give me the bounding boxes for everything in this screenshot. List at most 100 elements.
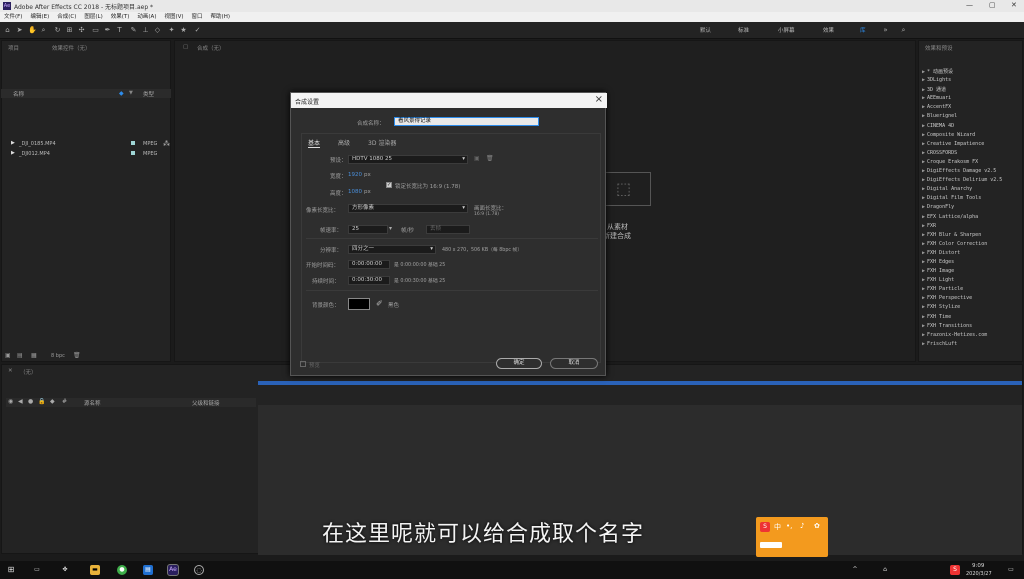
trash-icon[interactable]: 🗑 bbox=[73, 352, 81, 359]
workspace-small-screen[interactable]: 小屏幕 bbox=[778, 26, 795, 34]
menu-edit[interactable]: 编辑(E) bbox=[26, 12, 53, 22]
text-tool-icon[interactable]: T bbox=[116, 26, 123, 34]
delete-preset-icon[interactable]: 🗑 bbox=[486, 155, 494, 162]
effect-category[interactable]: ▶ FXH Image bbox=[922, 268, 1022, 277]
start-icon[interactable]: ⊞ bbox=[6, 565, 16, 575]
workspace-effects[interactable]: 效果 bbox=[823, 26, 834, 34]
effect-category[interactable]: ▶ AccentFX bbox=[922, 104, 1022, 113]
ime-toolbar[interactable]: S 中 •, ♪ ✿ bbox=[756, 517, 828, 557]
pen-tool-icon[interactable]: ✒ bbox=[104, 26, 111, 34]
tab-effect-controls[interactable]: 效果控件（无） bbox=[52, 44, 91, 52]
clock-time[interactable]: 9:09 bbox=[972, 563, 984, 569]
maximize-button[interactable]: ▢ bbox=[989, 1, 996, 9]
comp-name-input[interactable]: 看风景得记录 bbox=[394, 117, 539, 126]
lock-aspect-checkbox[interactable]: ✓ bbox=[386, 182, 392, 188]
effect-category[interactable]: ▶ FXH Blur & Sharpen bbox=[922, 232, 1022, 241]
effect-category[interactable]: ▶ FXH Stylize bbox=[922, 304, 1022, 313]
menu-file[interactable]: 文件(F) bbox=[0, 12, 26, 22]
minimize-button[interactable]: — bbox=[966, 1, 973, 9]
tab-timeline[interactable]: （无） bbox=[20, 368, 37, 376]
menu-composition[interactable]: 合成(C) bbox=[53, 12, 80, 22]
save-preset-icon[interactable]: ▣ bbox=[474, 155, 480, 162]
ok-button[interactable]: 确定 bbox=[496, 358, 542, 369]
tab-3d-renderer[interactable]: 3D 渲染器 bbox=[368, 138, 396, 147]
menu-window[interactable]: 窗口 bbox=[188, 12, 207, 22]
selection-tool-icon[interactable]: ➤ bbox=[16, 26, 23, 34]
number-icon[interactable]: # bbox=[62, 398, 67, 405]
interpret-footage-icon[interactable]: ▣ bbox=[5, 352, 11, 359]
pixel-aspect-dropdown[interactable]: 方形像素 ▾ bbox=[348, 204, 468, 213]
network-icon[interactable]: ⌂ bbox=[880, 565, 890, 575]
effect-category[interactable]: ▶ DigiEffects Damage v2.5 bbox=[922, 168, 1022, 177]
workspace-library[interactable]: 库 bbox=[860, 26, 866, 34]
ime-input-bar[interactable] bbox=[760, 542, 782, 548]
effect-category[interactable]: ▶ Composite Wizard bbox=[922, 132, 1022, 141]
menu-view[interactable]: 视图(V) bbox=[160, 12, 187, 22]
effect-category[interactable]: ▶ FXH Light bbox=[922, 277, 1022, 286]
menu-help[interactable]: 帮助(H) bbox=[207, 12, 234, 22]
camera-tool-icon[interactable]: ⊞ bbox=[66, 26, 73, 34]
effect-category[interactable]: ▶ Digital Anarchy bbox=[922, 186, 1022, 195]
eraser-tool-icon[interactable]: ◇ bbox=[154, 26, 161, 34]
search-help-icon[interactable]: ⌕ bbox=[900, 26, 907, 34]
app-fan-icon[interactable]: ✤ bbox=[60, 565, 70, 575]
lock-icon[interactable]: 🔒 bbox=[38, 398, 45, 405]
home-icon[interactable]: ⌂ bbox=[4, 26, 11, 34]
background-color-swatch[interactable] bbox=[348, 298, 370, 310]
effect-category[interactable]: ▶ Bluerignel bbox=[922, 113, 1022, 122]
effect-category[interactable]: ▶ AEEmuari bbox=[922, 95, 1022, 104]
effect-category[interactable]: ▶ Digital Film Tools bbox=[922, 195, 1022, 204]
effect-category[interactable]: ▶ EFX Lattice/alpha bbox=[922, 214, 1022, 223]
brush-tool-icon[interactable]: ✎ bbox=[130, 26, 137, 34]
label-tag-icon[interactable]: ◆ bbox=[119, 90, 124, 97]
menu-layer[interactable]: 图层(L) bbox=[80, 12, 106, 22]
effect-category[interactable]: ▶ FXH Time bbox=[922, 314, 1022, 323]
tab-advanced[interactable]: 高级 bbox=[338, 138, 350, 147]
hand-tool-icon[interactable]: ✋ bbox=[28, 26, 37, 34]
file-explorer-icon[interactable]: ▬ bbox=[90, 565, 100, 575]
dialog-close-icon[interactable]: × bbox=[595, 94, 603, 105]
roto-tool-icon[interactable]: ✦ bbox=[168, 26, 175, 34]
solo-icon[interactable]: ● bbox=[28, 398, 33, 405]
close-tab-icon[interactable]: ✕ bbox=[8, 368, 13, 374]
bpc-label[interactable]: 8 bpc bbox=[51, 353, 65, 359]
width-value[interactable]: 1920 bbox=[348, 172, 362, 178]
preview-checkbox[interactable] bbox=[300, 361, 306, 367]
audio-icon[interactable]: ◀ bbox=[18, 398, 23, 405]
effect-category[interactable]: ▶ FrischLuft bbox=[922, 341, 1022, 350]
cancel-button[interactable]: 取消 bbox=[550, 358, 598, 369]
frame-rate-dropdown-icon[interactable]: ▾ bbox=[389, 225, 392, 232]
tray-app-icon[interactable]: S bbox=[950, 565, 960, 575]
zoom-tool-icon[interactable]: ⌕ bbox=[40, 26, 47, 34]
effect-category[interactable]: ▶ 3DLights bbox=[922, 77, 1022, 86]
effect-category[interactable]: ▶ Creative Impatience bbox=[922, 141, 1022, 150]
visibility-icon[interactable]: ◉ bbox=[8, 398, 13, 405]
effect-category[interactable]: ▶ Croque Erakosm FX bbox=[922, 159, 1022, 168]
column-type[interactable]: 类型 bbox=[143, 90, 154, 98]
ime-mode-label[interactable]: 中 bbox=[774, 522, 781, 532]
after-effects-taskbar-icon[interactable]: Ae bbox=[167, 564, 179, 576]
ime-voice-icon[interactable]: ♪ bbox=[800, 522, 804, 530]
effect-category[interactable]: ▶ FXH Transitions bbox=[922, 323, 1022, 332]
tab-project[interactable]: 项目 bbox=[8, 44, 19, 52]
resolution-dropdown[interactable]: 四分之一 ▾ bbox=[348, 245, 436, 254]
effect-category[interactable]: ▶ FXH Particle bbox=[922, 286, 1022, 295]
duration-input[interactable]: 0:00:30:00 bbox=[348, 276, 390, 285]
tab-composition[interactable]: 合成（无） bbox=[197, 44, 225, 52]
new-comp-icon[interactable]: ▦ bbox=[31, 352, 37, 359]
frame-rate-input[interactable]: 25 bbox=[348, 225, 388, 234]
effect-category[interactable]: ▶ DigiEffects Delirium v2.5 bbox=[922, 177, 1022, 186]
effect-category[interactable]: ▶ Frazonix-Hetizes.com bbox=[922, 332, 1022, 341]
snap-icon[interactable]: ✓ bbox=[194, 26, 201, 34]
column-parent[interactable]: 父级和链接 bbox=[192, 399, 220, 407]
effect-category[interactable]: ▶ FXH Color Correction bbox=[922, 241, 1022, 250]
notification-icon[interactable]: ▭ bbox=[1006, 565, 1016, 575]
column-source-name[interactable]: 源名称 bbox=[84, 399, 101, 407]
browser-icon[interactable]: ● bbox=[117, 565, 127, 575]
task-view-icon[interactable]: ▭ bbox=[32, 565, 42, 575]
ime-skin-icon[interactable]: ✿ bbox=[814, 522, 820, 530]
menu-animation[interactable]: 动画(A) bbox=[133, 12, 160, 22]
height-value[interactable]: 1080 bbox=[348, 189, 362, 195]
tray-up-icon[interactable]: ^ bbox=[850, 565, 860, 575]
new-folder-icon[interactable]: ▤ bbox=[17, 352, 23, 359]
